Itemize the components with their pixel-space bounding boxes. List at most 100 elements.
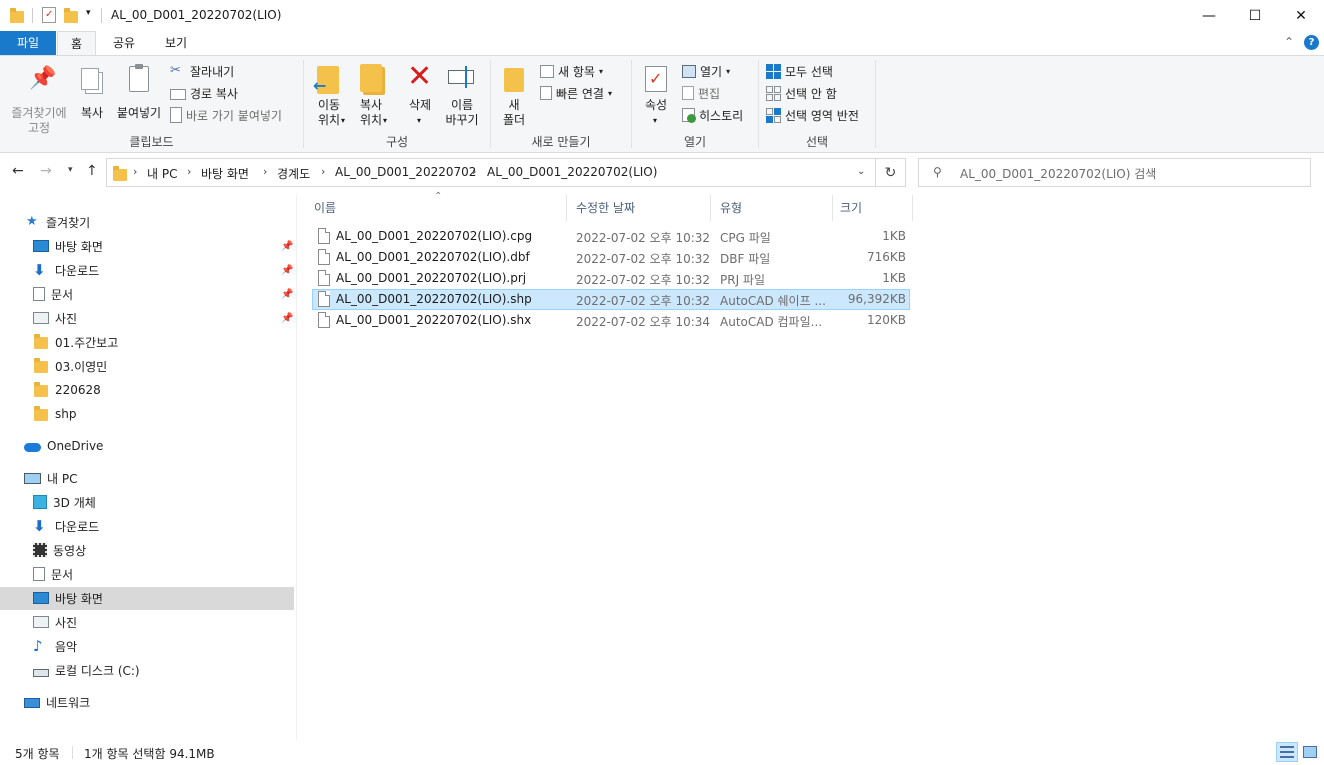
rename-button[interactable]: 이름 바꾸기 bbox=[442, 62, 482, 130]
properties-quick-icon[interactable]: ✓ bbox=[42, 7, 56, 23]
breadcrumb-parent-folder[interactable]: AL_00_D001_20220702 bbox=[335, 165, 476, 179]
nav-quick-desktop[interactable]: 바탕 화면 bbox=[33, 235, 103, 257]
nav-label: 사진 bbox=[55, 615, 78, 630]
clipboard-group-label: 클립보드 bbox=[129, 135, 174, 149]
new-item-button[interactable]: 새 항목 ▾ bbox=[540, 61, 603, 81]
breadcrumb-current-folder[interactable]: AL_00_D001_20220702(LIO) bbox=[487, 165, 657, 179]
copy-button[interactable]: 복사 bbox=[76, 64, 108, 126]
recent-locations-icon[interactable]: ▾ bbox=[68, 165, 73, 175]
nav-onedrive[interactable]: OneDrive bbox=[24, 435, 103, 457]
nav-pc-music[interactable]: ♪ 음악 bbox=[33, 635, 77, 657]
refresh-button[interactable]: ↻ bbox=[876, 158, 906, 187]
paste-shortcut-label: 바로 가기 붙여넣기 bbox=[186, 108, 282, 123]
nav-quick-folder-shp[interactable]: shp bbox=[33, 403, 76, 425]
file-row-selected[interactable]: AL_00_D001_20220702(LIO).shp 2022-07-02 … bbox=[312, 289, 910, 310]
file-name: AL_00_D001_20220702(LIO).prj bbox=[336, 271, 527, 285]
minimize-button[interactable]: — bbox=[1186, 0, 1232, 31]
back-arrow-icon[interactable]: ← bbox=[12, 163, 24, 179]
delete-button[interactable]: ✕ 삭제 ▾ bbox=[402, 60, 438, 130]
copy-to-button[interactable]: 복사 위치 ▾ bbox=[352, 62, 394, 130]
nav-quick-folder-lee[interactable]: 03.이영민 bbox=[33, 355, 107, 377]
pane-divider[interactable] bbox=[296, 195, 297, 740]
move-to-button[interactable]: ← 이동 위치 ▾ bbox=[310, 62, 348, 130]
pin-icon[interactable]: 📌 bbox=[281, 265, 293, 276]
nav-quick-folder-weekly[interactable]: 01.주간보고 bbox=[33, 331, 118, 353]
column-header-type[interactable]: 유형 bbox=[710, 197, 832, 219]
breadcrumb-this-pc[interactable]: 내 PC bbox=[147, 165, 177, 182]
nav-quick-folder-220628[interactable]: 220628 bbox=[33, 379, 101, 401]
file-size: 1KB bbox=[882, 271, 906, 285]
easy-access-icon bbox=[540, 86, 552, 100]
nav-label: shp bbox=[55, 407, 77, 421]
column-header-size[interactable]: 크기 bbox=[832, 197, 912, 219]
easy-access-button[interactable]: 빠른 연결 ▾ bbox=[540, 83, 612, 103]
forward-arrow-icon[interactable]: → bbox=[40, 163, 52, 179]
properties-button[interactable]: ✓ 속성 ▾ bbox=[638, 62, 674, 130]
details-view-icon bbox=[1280, 746, 1294, 758]
pin-label-line1: 즐겨찾기에 bbox=[11, 106, 67, 120]
details-view-button[interactable] bbox=[1276, 742, 1298, 762]
nav-quick-downloads[interactable]: ⬇ 다운로드 bbox=[33, 259, 99, 281]
up-arrow-icon[interactable]: ↑ bbox=[86, 163, 98, 179]
file-row[interactable]: AL_00_D001_20220702(LIO).shx 2022-07-02 … bbox=[312, 310, 910, 331]
file-name: AL_00_D001_20220702(LIO).cpg bbox=[336, 229, 533, 243]
paste-button[interactable]: 붙여넣기 bbox=[114, 64, 164, 126]
tab-file[interactable]: 파일 bbox=[0, 31, 56, 55]
nav-this-pc[interactable]: 내 PC bbox=[24, 467, 77, 489]
maximize-button[interactable]: ☐ bbox=[1232, 0, 1278, 31]
close-button[interactable]: ✕ bbox=[1278, 0, 1324, 31]
column-header-name[interactable]: 이름 bbox=[300, 197, 566, 219]
nav-pc-downloads[interactable]: ⬇ 다운로드 bbox=[33, 515, 99, 537]
customize-quick-access-icon[interactable]: ▾ bbox=[86, 8, 91, 18]
nav-network[interactable]: 네트워크 bbox=[24, 691, 90, 713]
column-header-date[interactable]: 수정한 날짜 bbox=[566, 197, 710, 219]
file-icon bbox=[318, 291, 330, 307]
select-none-button[interactable]: 선택 안 함 bbox=[766, 83, 837, 103]
file-row[interactable]: AL_00_D001_20220702(LIO).cpg 2022-07-02 … bbox=[312, 226, 910, 247]
nav-pc-local-disk[interactable]: 로컬 디스크 (C:) bbox=[33, 659, 140, 681]
file-date: 2022-07-02 오후 10:32 bbox=[576, 273, 711, 287]
column-divider[interactable] bbox=[912, 195, 913, 221]
open-button[interactable]: 열기 ▾ bbox=[682, 61, 730, 81]
pin-quick-access-button[interactable]: 📌 즐겨찾기에 고정 bbox=[6, 64, 72, 135]
breadcrumb-desktop[interactable]: 바탕 화면 bbox=[201, 165, 249, 182]
nav-pc-pictures[interactable]: 사진 bbox=[33, 611, 77, 633]
tab-share[interactable]: 공유 bbox=[103, 31, 145, 55]
pin-icon[interactable]: 📌 bbox=[281, 241, 293, 252]
pictures-icon bbox=[33, 312, 49, 324]
download-arrow-icon: ⬇ bbox=[33, 261, 46, 279]
copy-path-button[interactable]: 경로 복사 bbox=[170, 83, 238, 103]
address-bar[interactable]: › 내 PC › 바탕 화면 › 경계도 › AL_00_D001_202207… bbox=[106, 158, 876, 187]
address-dropdown-icon[interactable]: ⌄ bbox=[857, 166, 865, 177]
nav-quick-access[interactable]: ★ 즐겨찾기 bbox=[26, 211, 90, 233]
nav-label: 다운로드 bbox=[55, 263, 100, 278]
scissors-icon: ✂ bbox=[170, 63, 181, 78]
pin-icon[interactable]: 📌 bbox=[281, 313, 293, 324]
breadcrumb-boundary[interactable]: 경계도 bbox=[277, 165, 310, 182]
nav-quick-documents[interactable]: 문서 bbox=[33, 283, 73, 305]
edit-button[interactable]: 편집 bbox=[682, 83, 720, 103]
paste-shortcut-button[interactable]: 바로 가기 붙여넣기 bbox=[170, 105, 282, 125]
select-all-button[interactable]: 모두 선택 bbox=[766, 61, 833, 81]
collapse-ribbon-icon[interactable]: ⌃ bbox=[1284, 35, 1294, 49]
large-icons-view-button[interactable] bbox=[1299, 742, 1321, 762]
nav-pc-3d-objects[interactable]: 3D 개체 bbox=[33, 491, 96, 513]
nav-quick-pictures[interactable]: 사진 bbox=[33, 307, 77, 329]
tab-view[interactable]: 보기 bbox=[152, 31, 200, 55]
tab-home[interactable]: 홈 bbox=[57, 31, 96, 55]
invert-selection-button[interactable]: 선택 영역 반전 bbox=[766, 105, 859, 125]
history-button[interactable]: 히스토리 bbox=[682, 105, 743, 125]
nav-pc-videos[interactable]: 동영상 bbox=[33, 539, 86, 561]
file-row[interactable]: AL_00_D001_20220702(LIO).dbf 2022-07-02 … bbox=[312, 247, 910, 268]
pin-icon[interactable]: 📌 bbox=[281, 289, 293, 300]
move-to-label-1: 이동 bbox=[317, 98, 341, 112]
new-folder-button[interactable]: 새 폴더 bbox=[498, 62, 530, 130]
selection-info: 1개 항목 선택함 94.1MB bbox=[84, 747, 215, 761]
nav-pc-documents[interactable]: 문서 bbox=[33, 563, 73, 585]
search-box[interactable]: ⚲ AL_00_D001_20220702(LIO) 검색 bbox=[918, 158, 1311, 187]
window-title: AL_00_D001_20220702(LIO) bbox=[111, 8, 282, 22]
cut-button[interactable]: ✂ 잘라내기 bbox=[170, 61, 234, 81]
file-row[interactable]: AL_00_D001_20220702(LIO).prj 2022-07-02 … bbox=[312, 268, 910, 289]
new-folder-quick-icon[interactable] bbox=[64, 8, 78, 23]
help-icon[interactable]: ? bbox=[1304, 35, 1319, 50]
